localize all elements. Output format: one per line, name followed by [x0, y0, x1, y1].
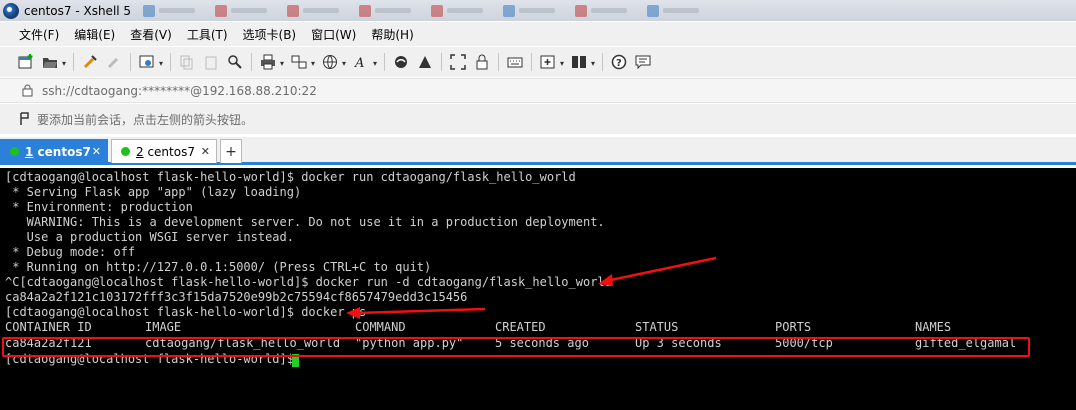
menu-bar: 文件(F) 编辑(E) 查看(V) 工具(T) 选项卡(B) 窗口(W) 帮助(… [0, 22, 1076, 46]
toolbar-separator [531, 53, 532, 71]
open-folder-icon[interactable] [40, 53, 66, 72]
xshell-app-icon [3, 2, 19, 19]
menu-tabs[interactable]: 选项卡(B) [243, 26, 297, 43]
toolbar-separator [384, 53, 385, 71]
xshell-tool-icon[interactable] [415, 53, 434, 72]
menu-view[interactable]: 查看(V) [130, 26, 172, 43]
xftp-icon[interactable] [391, 53, 410, 72]
fullscreen-icon[interactable] [448, 53, 467, 72]
toolbar-separator [170, 53, 171, 71]
toolbar-separator [441, 53, 442, 71]
arrow-icon [346, 307, 486, 319]
toolbar-separator [251, 53, 252, 71]
new-tab-icon[interactable] [538, 53, 564, 72]
session-tab-bar: 1 centos7 ✕ 2 centos7 ✕ + [0, 137, 1076, 165]
connected-status-icon [10, 147, 19, 156]
menu-window[interactable]: 窗口(W) [311, 26, 356, 43]
transfer-icon[interactable] [289, 53, 315, 72]
tab-label: 1 centos7 [25, 144, 91, 159]
font-icon[interactable]: A [351, 53, 378, 72]
lock-icon[interactable] [472, 53, 491, 72]
keyboard-icon[interactable] [505, 53, 524, 72]
arrow-icon [598, 256, 717, 286]
menu-file[interactable]: 文件(F) [19, 26, 59, 43]
menu-tools[interactable]: 工具(T) [187, 26, 228, 43]
close-tab-icon[interactable]: ✕ [92, 145, 101, 158]
add-tab-button[interactable]: + [220, 139, 242, 163]
title-bar: centos7 - Xshell 5 [0, 0, 1076, 21]
globe-icon[interactable] [320, 53, 346, 72]
tab-centos7-2[interactable]: 2 centos7 ✕ [111, 139, 217, 163]
svg-text:A: A [354, 56, 364, 70]
help-icon[interactable]: ? [609, 53, 628, 72]
address-bar[interactable]: ssh://cdtaogang:********@192.168.88.210:… [0, 78, 1076, 103]
toolbar-separator [602, 53, 603, 71]
toolbar-separator [73, 53, 74, 71]
menu-help[interactable]: 帮助(H) [371, 26, 413, 43]
toolbar: A ? [0, 47, 1076, 77]
lock-icon [20, 84, 34, 98]
properties-icon[interactable] [137, 53, 163, 72]
close-tab-icon[interactable]: ✕ [201, 145, 210, 158]
find-icon[interactable] [225, 53, 244, 72]
copy-icon[interactable] [177, 53, 196, 72]
add-session-arrow-icon[interactable] [17, 111, 33, 127]
tab-label: 2 centos7 [136, 144, 195, 159]
print-icon[interactable] [258, 53, 284, 72]
session-address[interactable]: ssh://cdtaogang:********@192.168.88.210:… [42, 84, 317, 98]
hint-bar: 要添加当前会话，点击左侧的箭头按钮。 [0, 104, 1076, 134]
background-window-tabs [143, 3, 719, 18]
toolbar-separator [498, 53, 499, 71]
tab-centos7-1[interactable]: 1 centos7 ✕ [0, 139, 108, 163]
svg-text:?: ? [616, 58, 622, 69]
layout-icon[interactable] [569, 53, 595, 72]
window-title: centos7 - Xshell 5 [24, 3, 132, 18]
annotation-arrows [346, 256, 717, 319]
disconnect-icon[interactable] [104, 53, 123, 72]
terminal-output[interactable]: [cdtaogang@localhost flask-hello-world]$… [0, 168, 1076, 410]
reconnect-icon[interactable] [80, 53, 99, 72]
menu-edit[interactable]: 编辑(E) [74, 26, 115, 43]
chat-icon[interactable] [633, 53, 652, 72]
connected-status-icon [121, 147, 130, 156]
toolbar-separator [130, 53, 131, 71]
new-session-icon[interactable] [16, 53, 35, 72]
paste-icon[interactable] [201, 53, 220, 72]
hint-text: 要添加当前会话，点击左侧的箭头按钮。 [37, 112, 254, 127]
